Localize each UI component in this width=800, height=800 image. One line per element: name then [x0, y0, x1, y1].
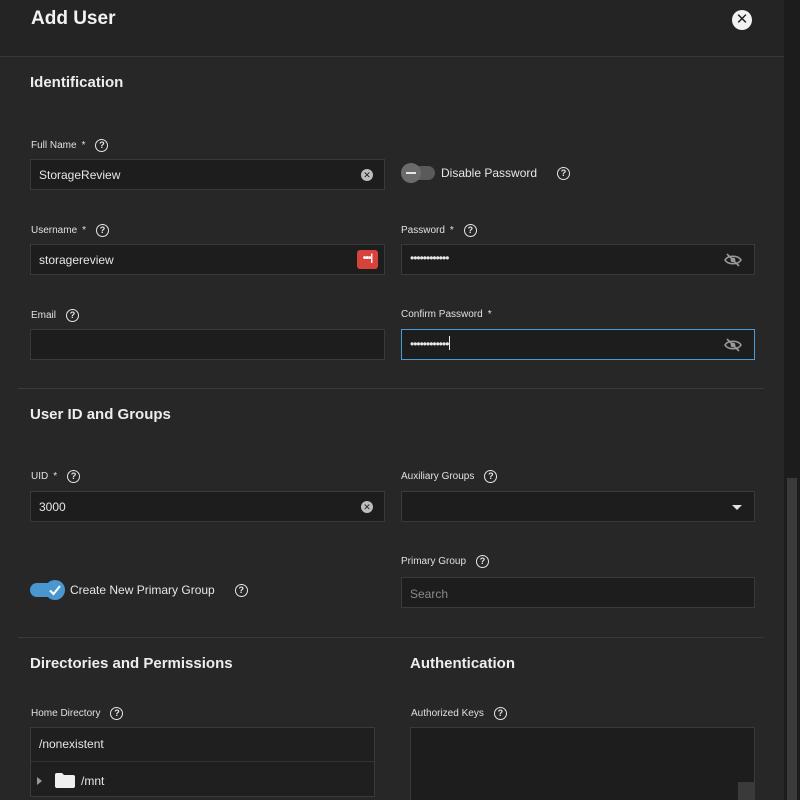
- auxiliary-groups-select[interactable]: [401, 491, 755, 522]
- toggle-switch-off[interactable]: [401, 163, 435, 183]
- full-name-label: Full Name * ?: [31, 139, 109, 152]
- disable-password-toggle[interactable]: Disable Password ?: [401, 162, 571, 184]
- help-icon[interactable]: ?: [234, 583, 248, 597]
- section-title-authentication: Authentication: [410, 655, 515, 672]
- email-input[interactable]: [30, 329, 385, 360]
- help-icon[interactable]: ?: [66, 309, 80, 322]
- close-icon[interactable]: ✕: [732, 10, 752, 30]
- primary-group-search-input[interactable]: Search: [401, 577, 755, 608]
- text-caret: [449, 336, 451, 350]
- email-label: Email ?: [31, 309, 80, 322]
- full-name-input[interactable]: StorageReview ✕: [30, 159, 385, 190]
- dialog-title: Add User: [31, 8, 116, 29]
- tree-node-mnt[interactable]: /mnt: [37, 773, 104, 788]
- confirm-password-input[interactable]: ••••••••••••: [401, 329, 755, 360]
- scrollbar-thumb[interactable]: [787, 478, 797, 800]
- add-user-dialog: Add User ✕ Identification Full Name * ? S…: [0, 0, 784, 800]
- auxiliary-groups-label: Auxiliary Groups ?: [401, 470, 498, 483]
- section-title-identification: Identification: [30, 74, 124, 91]
- chevron-down-icon[interactable]: [732, 505, 742, 510]
- tree-separator: [31, 761, 374, 762]
- create-primary-group-toggle[interactable]: Create New Primary Group ?: [30, 579, 248, 601]
- help-icon[interactable]: ?: [95, 139, 109, 152]
- folder-icon: [55, 773, 75, 788]
- authorized-keys-textarea[interactable]: [410, 727, 755, 800]
- eye-off-icon[interactable]: [724, 253, 742, 267]
- toggle-knob: [45, 580, 65, 600]
- authorized-keys-label: Authorized Keys ?: [411, 707, 507, 720]
- textarea-scrollbar[interactable]: [738, 782, 754, 800]
- help-icon[interactable]: ?: [67, 470, 81, 483]
- section-title-user-id-groups: User ID and Groups: [30, 406, 171, 423]
- help-icon[interactable]: ?: [463, 224, 477, 237]
- clear-icon[interactable]: ✕: [361, 501, 373, 513]
- home-directory-input[interactable]: /nonexistent: [39, 737, 104, 751]
- dialog-header: Add User ✕: [0, 0, 784, 57]
- username-input[interactable]: storagereview •••|: [30, 244, 385, 275]
- section-title-directories: Directories and Permissions: [30, 655, 233, 672]
- help-icon[interactable]: ?: [110, 707, 124, 720]
- uid-label: UID * ?: [31, 470, 81, 483]
- help-icon[interactable]: ?: [493, 707, 507, 720]
- help-icon[interactable]: ?: [96, 224, 110, 237]
- username-label: Username * ?: [31, 224, 110, 237]
- section-divider: [18, 637, 764, 638]
- clear-icon[interactable]: ✕: [361, 169, 373, 181]
- section-divider: [18, 388, 764, 389]
- help-icon[interactable]: ?: [557, 166, 571, 180]
- confirm-password-value: ••••••••••••: [410, 336, 451, 351]
- home-directory-explorer[interactable]: /nonexistent /mnt: [30, 727, 375, 797]
- chevron-right-icon[interactable]: [37, 776, 42, 785]
- help-icon[interactable]: ?: [484, 470, 498, 483]
- check-icon: [49, 585, 61, 596]
- password-label: Password * ?: [401, 224, 477, 237]
- primary-group-label: Primary Group ?: [401, 555, 490, 568]
- toggle-knob: [401, 163, 421, 183]
- uid-input[interactable]: 3000 ✕: [30, 491, 385, 522]
- eye-off-icon[interactable]: [724, 338, 742, 352]
- help-icon[interactable]: ?: [476, 555, 490, 568]
- toggle-switch-on[interactable]: [30, 580, 65, 600]
- password-manager-icon[interactable]: •••|: [357, 250, 378, 269]
- home-directory-label: Home Directory ?: [31, 707, 124, 720]
- confirm-password-label: Confirm Password *: [401, 309, 492, 320]
- password-input[interactable]: ••••••••••••: [401, 244, 755, 275]
